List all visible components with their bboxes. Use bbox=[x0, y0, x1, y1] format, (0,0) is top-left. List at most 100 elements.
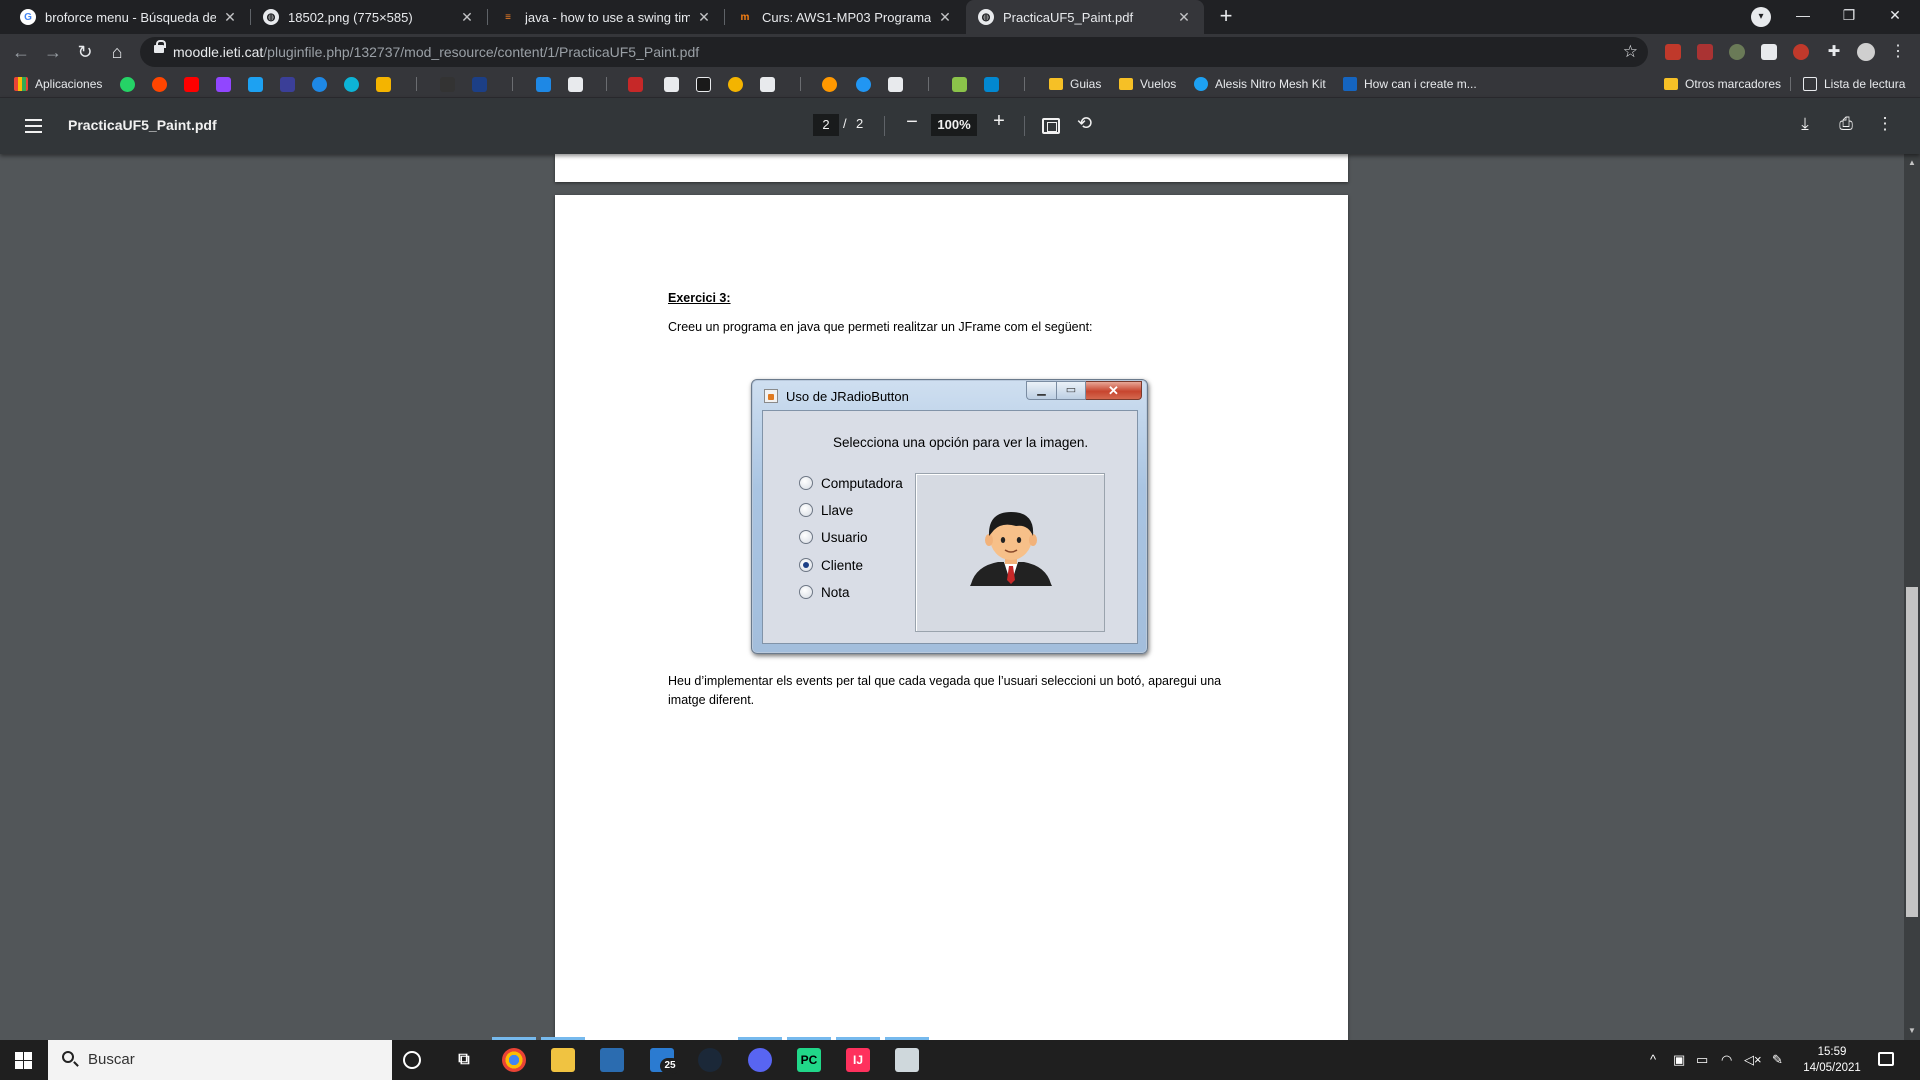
minimize-window-button[interactable]: — bbox=[1780, 0, 1826, 30]
bookmark-icon[interactable] bbox=[760, 77, 775, 92]
taskbar-search-box[interactable]: Buscar bbox=[48, 1040, 392, 1080]
bookmark-icon[interactable] bbox=[728, 77, 743, 92]
chrome-icon[interactable] bbox=[502, 1048, 526, 1072]
scrollbar-thumb[interactable] bbox=[1906, 587, 1918, 917]
bookmark-folder-vuelos[interactable]: Vuelos bbox=[1119, 76, 1176, 92]
reddit-icon[interactable] bbox=[152, 77, 167, 92]
intellij-icon[interactable]: IJ bbox=[846, 1048, 870, 1072]
bookmark-icon[interactable] bbox=[952, 77, 967, 92]
bookmark-icon[interactable] bbox=[472, 77, 487, 92]
bookmark-icon[interactable] bbox=[440, 77, 455, 92]
bookmark-alesis[interactable]: Alesis Nitro Mesh Kit bbox=[1194, 76, 1326, 92]
volume-muted-icon[interactable]: ◁× bbox=[1744, 1052, 1762, 1068]
bookmark-icon[interactable] bbox=[568, 77, 583, 92]
bookmark-icon[interactable] bbox=[696, 77, 711, 92]
tray-app-icon[interactable]: ▣ bbox=[1673, 1052, 1685, 1068]
tray-expand-icon[interactable]: ^ bbox=[1650, 1052, 1656, 1067]
swing-window-title: Uso de JRadioButton bbox=[786, 389, 909, 404]
bookmark-apps[interactable]: Aplicaciones bbox=[14, 76, 102, 92]
zoom-out-icon[interactable]: − bbox=[902, 111, 922, 134]
bookmark-icon[interactable] bbox=[984, 77, 999, 92]
youtube-icon[interactable] bbox=[184, 77, 199, 92]
search-icon bbox=[62, 1051, 74, 1063]
extension-icon[interactable] bbox=[1761, 44, 1777, 60]
bookmark-icon[interactable] bbox=[822, 77, 837, 92]
home-icon[interactable]: ⌂ bbox=[105, 40, 129, 64]
extension-icon[interactable] bbox=[1793, 44, 1809, 60]
tab-google-search[interactable]: G broforce menu - Búsqueda de Google ✕ bbox=[8, 0, 250, 34]
zoom-level-input[interactable]: 100% bbox=[931, 114, 977, 136]
extension-icon[interactable] bbox=[1697, 44, 1713, 60]
wifi-icon[interactable]: ◠ bbox=[1721, 1052, 1732, 1068]
bookmark-divider bbox=[512, 77, 513, 91]
task-view-icon[interactable]: ⧉ bbox=[452, 1048, 476, 1072]
close-tab-icon[interactable]: ✕ bbox=[937, 9, 953, 26]
reading-list-button[interactable]: Lista de lectura bbox=[1803, 76, 1905, 92]
bookmark-folder-otros[interactable]: Otros marcadores bbox=[1664, 76, 1781, 92]
bookmark-how-can[interactable]: How can i create m... bbox=[1343, 76, 1477, 92]
clock-time: 15:59 bbox=[1817, 1046, 1847, 1058]
bookmark-icon[interactable] bbox=[376, 77, 391, 92]
page-number-input[interactable]: 2 bbox=[813, 114, 839, 136]
file-explorer-icon[interactable] bbox=[551, 1048, 575, 1072]
tab-png-image[interactable]: ◍ 18502.png (775×585) ✕ bbox=[251, 0, 487, 34]
radio-button-icon bbox=[799, 585, 813, 599]
discord-icon[interactable] bbox=[748, 1048, 772, 1072]
bookmark-icon[interactable] bbox=[856, 77, 871, 92]
whatsapp-icon[interactable] bbox=[120, 77, 135, 92]
bookmark-icon[interactable] bbox=[280, 77, 295, 92]
steam-icon[interactable] bbox=[698, 1048, 722, 1072]
scroll-down-arrow-icon[interactable]: ▼ bbox=[1906, 1026, 1918, 1036]
bookmark-folder-guias[interactable]: Guias bbox=[1049, 76, 1101, 92]
pen-icon[interactable]: ✎ bbox=[1772, 1052, 1783, 1068]
bookmark-icon[interactable] bbox=[664, 77, 679, 92]
tab-moodle-course[interactable]: m Curs: AWS1-MP03 Programació - Java ✕ bbox=[725, 0, 965, 34]
tab-search-icon[interactable]: ▾ bbox=[1751, 7, 1771, 27]
close-tab-icon[interactable]: ✕ bbox=[696, 9, 712, 26]
paint-icon[interactable] bbox=[895, 1048, 919, 1072]
restore-window-button[interactable]: ❐ bbox=[1826, 0, 1872, 30]
twitch-icon[interactable] bbox=[216, 77, 231, 92]
fit-to-page-icon[interactable] bbox=[1042, 118, 1060, 134]
close-tab-icon[interactable]: ✕ bbox=[1176, 9, 1192, 26]
bookmark-icon[interactable] bbox=[536, 77, 551, 92]
forward-arrow-icon[interactable]: → bbox=[41, 40, 65, 64]
browser-menu-icon[interactable]: ⋮ bbox=[1886, 40, 1910, 64]
profile-avatar[interactable] bbox=[1857, 43, 1875, 61]
bookmark-icon[interactable] bbox=[248, 77, 263, 92]
extension-icon[interactable] bbox=[1729, 44, 1745, 60]
reload-icon[interactable]: ↻ bbox=[73, 40, 97, 64]
tab-stackoverflow[interactable]: ≡ java - how to use a swing timer to sta… bbox=[488, 0, 724, 34]
new-tab-button[interactable]: + bbox=[1212, 5, 1240, 29]
zoom-in-icon[interactable]: + bbox=[989, 110, 1009, 133]
back-arrow-icon[interactable]: ← bbox=[9, 40, 33, 64]
scroll-up-arrow-icon[interactable]: ▲ bbox=[1906, 158, 1918, 168]
more-options-icon[interactable]: ⋮ bbox=[1874, 114, 1896, 134]
cortana-icon[interactable] bbox=[403, 1051, 421, 1069]
bookmark-star-icon[interactable]: ☆ bbox=[1623, 42, 1638, 62]
extensions-puzzle-icon[interactable]: ✚ bbox=[1822, 40, 1846, 64]
bookmark-icon[interactable] bbox=[888, 77, 903, 92]
tab-pdf-active[interactable]: ◍ PracticaUF5_Paint.pdf ✕ bbox=[966, 0, 1204, 34]
bookmark-icon[interactable] bbox=[628, 77, 643, 92]
radio-button-icon bbox=[799, 530, 813, 544]
system-clock[interactable]: 15:59 14/05/2021 bbox=[1802, 1044, 1862, 1076]
close-window-button[interactable]: ✕ bbox=[1872, 0, 1918, 30]
address-bar[interactable]: moodle.ieti.cat/pluginfile.php/132737/mo… bbox=[140, 37, 1648, 67]
print-icon[interactable]: ⎙ bbox=[1835, 114, 1857, 134]
bookmark-icon[interactable] bbox=[312, 77, 327, 92]
download-icon[interactable]: ⤓ bbox=[1794, 114, 1816, 134]
clock-date: 14/05/2021 bbox=[1803, 1062, 1861, 1074]
store-icon[interactable] bbox=[600, 1048, 624, 1072]
close-tab-icon[interactable]: ✕ bbox=[459, 9, 475, 26]
notification-center-icon[interactable] bbox=[1878, 1052, 1894, 1066]
ublock-extension-icon[interactable] bbox=[1665, 44, 1681, 60]
rotate-icon[interactable]: ⟲ bbox=[1077, 113, 1092, 134]
sidebar-menu-icon[interactable] bbox=[25, 119, 42, 133]
bookmark-icon[interactable] bbox=[344, 77, 359, 92]
close-tab-icon[interactable]: ✕ bbox=[222, 9, 238, 26]
pycharm-icon[interactable]: PC bbox=[797, 1048, 821, 1072]
checkmark-icon bbox=[1343, 77, 1357, 91]
windows-start-icon[interactable] bbox=[15, 1052, 32, 1069]
battery-icon[interactable]: ▭ bbox=[1696, 1052, 1708, 1068]
